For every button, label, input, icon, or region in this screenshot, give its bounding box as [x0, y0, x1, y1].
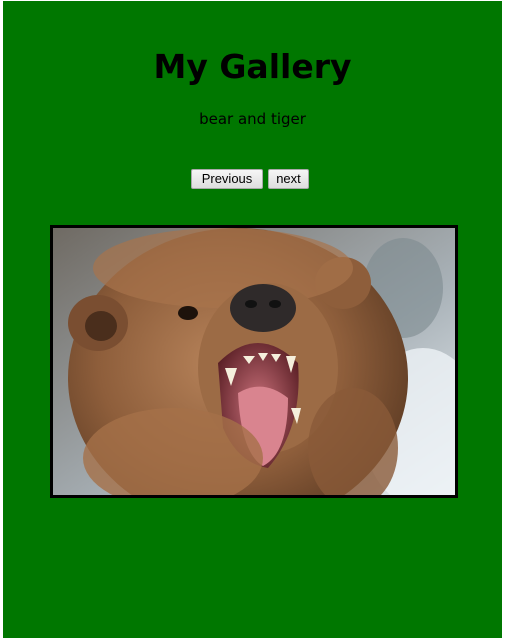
- gallery-title: My Gallery: [153, 47, 352, 86]
- bear-photo-illustration: [53, 228, 455, 495]
- gallery-page: My Gallery bear and tiger Previous next: [3, 1, 502, 638]
- gallery-controls: Previous next: [191, 169, 309, 189]
- gallery-subtitle: bear and tiger: [199, 110, 306, 128]
- previous-button[interactable]: Previous: [191, 169, 263, 189]
- gallery-photo: [50, 225, 458, 498]
- next-button[interactable]: next: [268, 169, 309, 189]
